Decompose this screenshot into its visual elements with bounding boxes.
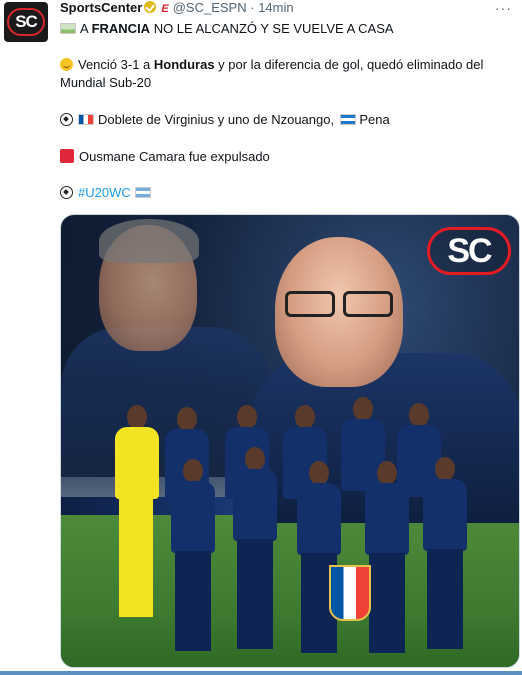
line2-b: y por la diferencia de gol, quedó elimin… <box>214 57 484 72</box>
line5-text: Ousmane Camara fue expulsado <box>79 149 270 164</box>
honduras-flag-icon <box>339 114 356 125</box>
line4-a: Doblete de Virginius y uno de Nzouango, <box>98 112 335 127</box>
author-handle[interactable]: @SC_ESPN <box>173 0 247 15</box>
line1-rest: NO LE ALCANZÓ Y SE VUELVE A CASA <box>150 21 394 36</box>
tweet-text-line-1: A FRANCIA NO LE ALCANZÓ Y SE VUELVE A CA… <box>60 20 516 38</box>
sc-watermark-logo: SC <box>427 227 511 275</box>
tweet-text-line-2: Venció 3-1 a Honduras y por la diferenci… <box>60 56 516 74</box>
red-card-icon <box>60 149 74 163</box>
sportscenter-logo-icon: SC <box>7 8 45 36</box>
line2-a: Venció 3-1 a <box>78 57 154 72</box>
france-flag-icon <box>78 114 94 125</box>
stadium-icon <box>60 23 76 34</box>
tweet-text-line-3: Mundial Sub-20 <box>60 75 152 90</box>
soccer-ball-icon <box>60 113 73 126</box>
soccer-ball-icon <box>60 186 73 199</box>
verified-badge-icon <box>144 1 157 13</box>
france-team-pennant <box>329 565 371 621</box>
tweet-text-line-6: #U20WC <box>60 184 516 202</box>
hashtag-link[interactable]: #U20WC <box>78 185 131 200</box>
line1-prefix: A <box>80 21 92 36</box>
tweet-avatar[interactable]: SC <box>4 2 48 42</box>
author-name[interactable]: SportsCenter <box>60 0 142 15</box>
more-options-icon[interactable]: ··· <box>495 0 512 16</box>
tweet-media-image[interactable]: SC <box>60 214 520 668</box>
tweet-time[interactable]: 14min <box>258 0 293 15</box>
tweet-header: SportsCenter E @SC_ESPN · 14min <box>60 0 522 16</box>
bottom-divider <box>0 671 522 675</box>
argentina-flag-icon <box>134 187 151 198</box>
line2-bold: Honduras <box>153 57 215 72</box>
line1-bold: FRANCIA <box>91 21 151 36</box>
smile-emoji-icon <box>60 58 73 71</box>
coach-left-hair <box>99 219 199 263</box>
separator-dot: · <box>250 0 255 15</box>
espn-e-icon: E <box>161 3 169 15</box>
tweet-text-line-4: Doblete de Virginius y uno de Nzouango, … <box>60 111 516 129</box>
glasses-icon <box>275 291 403 317</box>
line4-b: Pena <box>359 112 390 127</box>
tweet-text-line-5: Ousmane Camara fue expulsado <box>60 148 516 166</box>
